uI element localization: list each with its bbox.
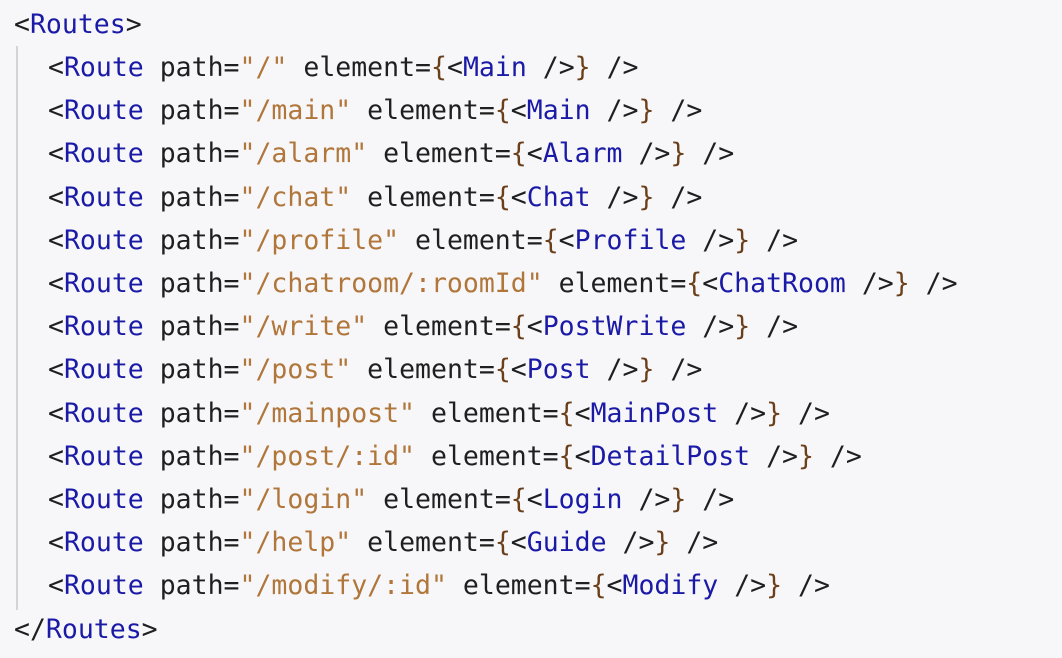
- route-tag: Route: [63, 181, 144, 213]
- route-tag: Route: [63, 311, 144, 343]
- element-attr: element: [383, 311, 495, 343]
- path-attr: path: [159, 440, 224, 472]
- route-component: Post: [526, 354, 591, 386]
- route-component: Chat: [526, 181, 591, 213]
- element-attr: element: [367, 354, 479, 386]
- path-attr: path: [159, 268, 224, 299]
- route-tag: Route: [63, 268, 144, 299]
- routes-close-tag: Routes: [45, 614, 142, 645]
- route-tag: Route: [63, 570, 144, 602]
- route-path: "/post": [239, 354, 352, 386]
- path-attr: path: [159, 527, 224, 559]
- route-component: Login: [542, 484, 623, 515]
- route-tag: Route: [63, 527, 144, 559]
- element-attr: element: [367, 95, 479, 127]
- element-attr: element: [303, 52, 416, 83]
- path-attr: path: [159, 52, 224, 83]
- path-attr: path: [159, 224, 224, 256]
- indent-guide: [16, 46, 18, 610]
- element-attr: element: [430, 440, 543, 472]
- path-attr: path: [159, 484, 224, 515]
- route-component: DetailPost: [590, 440, 751, 472]
- routes-close-line: </Routes>: [14, 614, 158, 645]
- route-line: <Route path="/alarm" element={<Alarm />}…: [48, 138, 735, 170]
- route-path: "/login": [239, 484, 368, 515]
- route-path: "/modify/:id": [239, 570, 447, 602]
- element-attr: element: [367, 527, 479, 559]
- path-attr: path: [159, 354, 224, 386]
- route-line: <Route path="/chatroom/:roomId" element=…: [48, 268, 958, 299]
- route-component: PostWrite: [542, 311, 687, 343]
- route-component: Main: [526, 95, 591, 127]
- path-attr: path: [159, 311, 224, 343]
- route-line: <Route path="/chat" element={<Chat />} /…: [48, 181, 703, 213]
- path-attr: path: [159, 95, 224, 127]
- element-attr: element: [367, 181, 479, 213]
- path-attr: path: [159, 181, 224, 213]
- route-path: "/profile": [239, 224, 400, 256]
- route-component: MainPost: [590, 397, 719, 429]
- route-component: Modify: [622, 570, 719, 602]
- element-attr: element: [558, 268, 671, 299]
- route-line: <Route path="/post/:id" element={<Detail…: [48, 440, 862, 472]
- code-block: <Routes> <Route path="/" element={<Main …: [0, 0, 1062, 658]
- route-path: "/main": [239, 95, 352, 127]
- routes-open-line: <Routes>: [14, 9, 142, 40]
- route-path: "/write": [239, 311, 368, 343]
- route-component: Guide: [526, 527, 607, 559]
- routes-open-tag: Routes: [29, 9, 126, 40]
- route-line: <Route path="/modify/:id" element={<Modi…: [48, 570, 830, 602]
- route-component: Alarm: [542, 138, 623, 170]
- route-tag: Route: [63, 484, 144, 515]
- route-component: Main: [462, 52, 527, 83]
- route-path: "/alarm": [239, 138, 368, 170]
- path-attr: path: [159, 138, 224, 170]
- route-path: "/chatroom/:roomId": [239, 268, 543, 299]
- path-attr: path: [159, 397, 224, 429]
- route-path: "/chat": [239, 181, 352, 213]
- route-path: "/post/:id": [239, 440, 416, 472]
- route-tag: Route: [63, 440, 144, 472]
- element-attr: element: [415, 224, 527, 256]
- route-line: <Route path="/write" element={<PostWrite…: [48, 311, 799, 343]
- path-attr: path: [159, 570, 224, 602]
- route-tag: Route: [63, 138, 144, 170]
- element-attr: element: [383, 138, 495, 170]
- route-component: Profile: [574, 224, 687, 256]
- route-line: <Route path="/profile" element={<Profile…: [48, 224, 799, 256]
- route-tag: Route: [63, 354, 144, 386]
- route-line: <Route path="/mainpost" element={<MainPo…: [48, 397, 830, 429]
- element-attr: element: [383, 484, 495, 515]
- route-line: <Route path="/help" element={<Guide />} …: [48, 527, 719, 559]
- route-line: <Route path="/login" element={<Login />}…: [48, 484, 735, 515]
- route-component: ChatRoom: [718, 268, 846, 299]
- route-line: <Route path="/post" element={<Post />} /…: [48, 354, 703, 386]
- element-attr: element: [462, 570, 575, 602]
- route-path: "/": [239, 52, 288, 83]
- route-line: <Route path="/main" element={<Main />} /…: [48, 95, 703, 127]
- route-tag: Route: [63, 52, 144, 83]
- route-path: "/mainpost": [239, 397, 416, 429]
- route-tag: Route: [63, 95, 144, 127]
- route-line: <Route path="/" element={<Main />} />: [48, 52, 639, 83]
- element-attr: element: [430, 397, 543, 429]
- route-path: "/help": [239, 527, 352, 559]
- route-tag: Route: [63, 224, 144, 256]
- route-tag: Route: [63, 397, 144, 429]
